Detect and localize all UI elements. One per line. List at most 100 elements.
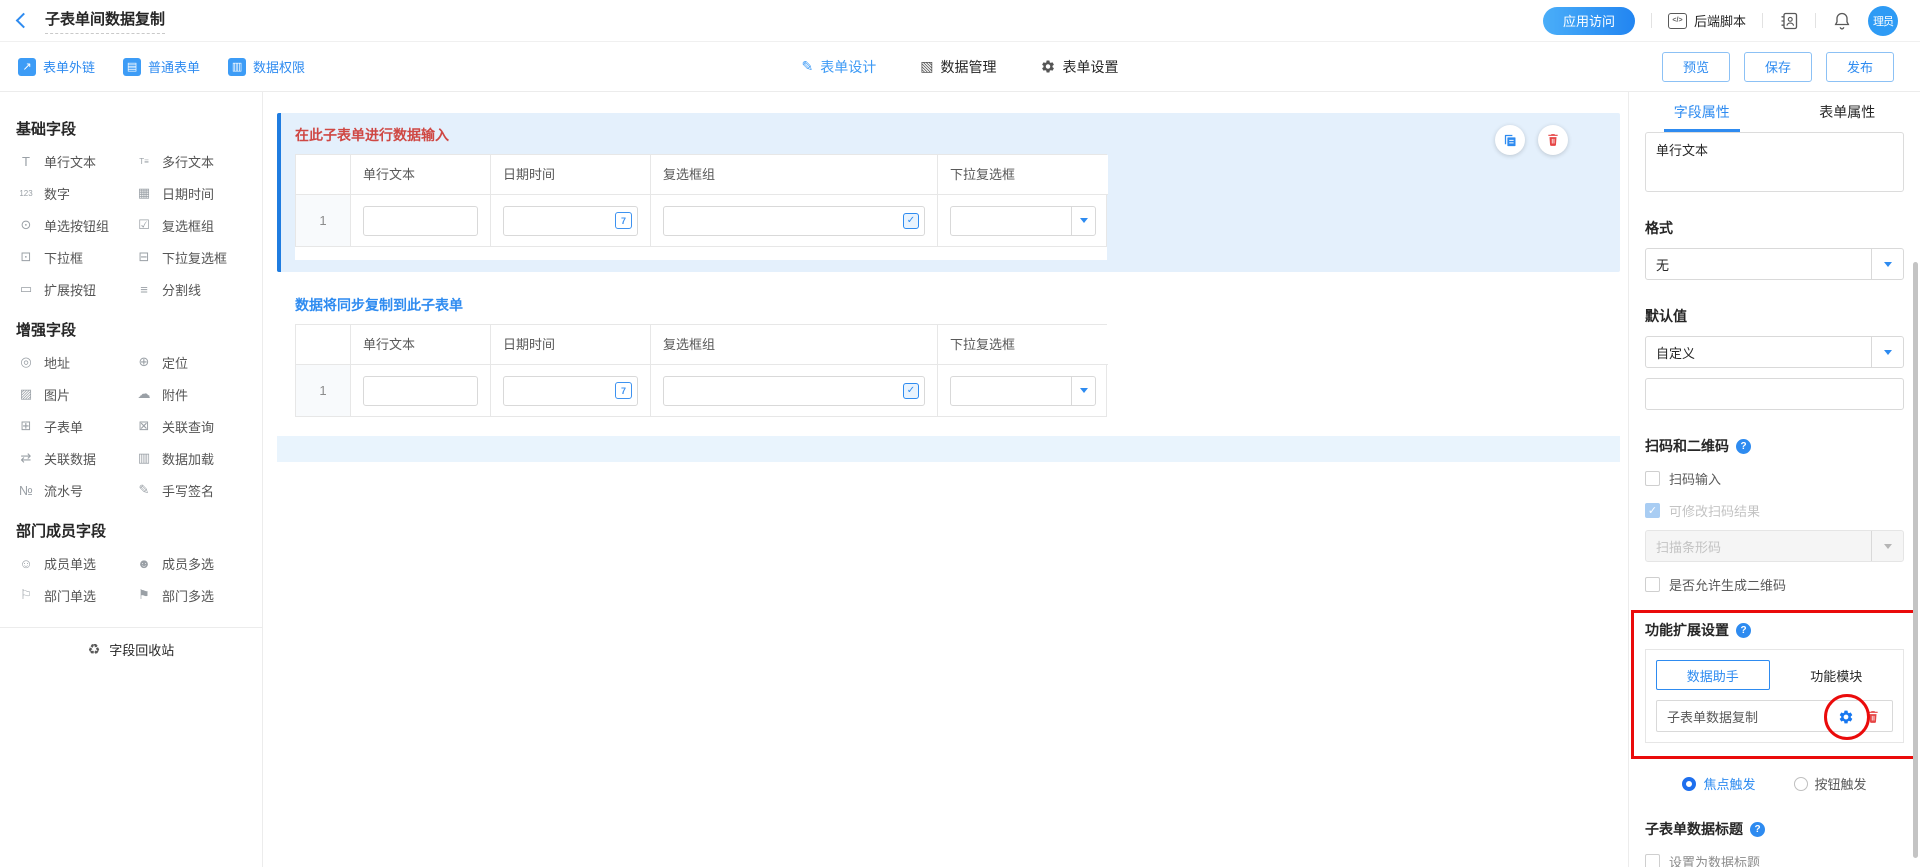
sidebar-field-item[interactable]: ⊕定位 [134,346,262,378]
tab-form-properties[interactable]: 表单属性 [1775,92,1920,132]
chevron-down-icon[interactable] [1871,249,1903,279]
checkbox-group-picker-icon[interactable]: ✓ [903,383,919,399]
center-tab-数据管理[interactable]: ▧数据管理 [920,57,996,77]
field-recycle-bin[interactable]: ♻ 字段回收站 [0,627,262,671]
sidebar-field-item[interactable]: T≡多行文本 [134,145,262,177]
preview-button[interactable]: 预览 [1662,52,1730,82]
radio-button-trigger[interactable]: 按钮触发 [1794,774,1867,793]
dropdown-icon: ⊡ [16,249,36,265]
tab-data-assistant[interactable]: 数据助手 [1656,660,1770,690]
subform-widget-source[interactable]: 在此子表单进行数据输入 单行文本日期时间复选框组下拉复选框17✓ [277,113,1620,272]
sidebar-field-item[interactable]: №流水号 [16,474,134,506]
cell-date-input[interactable]: 7 [503,206,638,236]
calendar-icon[interactable]: 7 [615,382,632,399]
toolbar-tab-表单外链[interactable]: ↗表单外链 [18,57,95,76]
cell-date-input[interactable]: 7 [503,376,638,406]
panel-scrollbar[interactable] [1913,262,1918,858]
sidebar-field-item[interactable]: T单行文本 [16,145,134,177]
radio-focus-trigger[interactable]: 焦点触发 [1682,774,1755,793]
sidebar-field-label: 手写签名 [162,481,214,500]
format-select[interactable]: 无 [1645,248,1904,280]
set-data-title-checkbox-row[interactable]: 设置为数据标题 [1645,852,1904,867]
help-question-icon[interactable]: ? [1736,623,1751,638]
cell-text-input[interactable] [363,376,478,406]
toolbar-tab-数据权限[interactable]: ▥数据权限 [228,57,305,76]
help-question-icon[interactable]: ? [1750,822,1765,837]
radio-selected-icon[interactable] [1682,777,1696,791]
sidebar-field-item[interactable]: ⇄关联数据 [16,442,134,474]
checkbox-unchecked-icon[interactable] [1645,577,1660,592]
sidebar-field-item[interactable]: ☑复选框组 [134,209,262,241]
sidebar-section-title: 增强字段 [16,319,262,340]
notification-bell-icon[interactable] [1832,11,1852,31]
calendar-icon[interactable]: 7 [615,212,632,229]
sidebar-field-item[interactable]: 123数字 [16,177,134,209]
subform-icon: ⊞ [16,418,36,434]
sidebar-field-label: 扩展按钮 [44,280,96,299]
gear-icon[interactable] [1838,709,1854,725]
help-question-icon[interactable]: ? [1736,439,1751,454]
tab-field-properties[interactable]: 字段属性 [1629,92,1775,132]
sidebar-field-item[interactable]: ⊙单选按钮组 [16,209,134,241]
backend-script-button[interactable]: </> 后端脚本 [1668,11,1746,30]
sidebar-field-item[interactable]: ☺成员单选 [16,547,134,579]
divider-icon: ≡ [134,282,154,297]
qrcode-checkbox-row[interactable]: 是否允许生成二维码 [1645,575,1904,594]
image-icon: ▨ [16,386,36,402]
radio-unselected-icon[interactable] [1794,777,1808,791]
sidebar-field-item[interactable]: ▦日期时间 [134,177,262,209]
default-custom-input[interactable] [1645,378,1904,410]
sidebar-field-item[interactable]: ⊟下拉复选框 [134,241,262,273]
chevron-down-icon [1871,531,1903,561]
sidebar-field-item[interactable]: ▨图片 [16,378,134,410]
checkbox-unchecked-icon[interactable] [1645,471,1660,486]
sidebar-field-item[interactable]: ◎地址 [16,346,134,378]
sidebar-field-item[interactable]: ☁附件 [134,378,262,410]
cell-select-input[interactable] [950,376,1096,406]
sidebar-section-grid: ☺成员单选☻成员多选⚐部门单选⚑部门多选 [16,547,262,611]
save-button[interactable]: 保存 [1744,52,1812,82]
sidebar-field-item[interactable]: ☻成员多选 [134,547,262,579]
sidebar-field-item[interactable]: ⊡下拉框 [16,241,134,273]
checkbox-group-picker-icon[interactable]: ✓ [903,213,919,229]
back-chevron-icon[interactable] [16,13,32,29]
delete-widget-button[interactable] [1538,125,1568,155]
subform-title-label-text: 子表单数据标题 [1645,819,1743,839]
chevron-down-icon[interactable] [1871,337,1903,367]
subform-widget-target[interactable]: 数据将同步复制到此子表单 单行文本日期时间复选框组下拉复选框17✓ [277,283,1620,437]
contacts-icon[interactable] [1779,11,1799,31]
field-title-input[interactable]: 单行文本 [1645,132,1904,192]
sidebar-field-label: 部门单选 [44,586,96,605]
user-avatar[interactable]: 理员 [1868,6,1898,36]
cell-checkbox-input[interactable]: ✓ [663,376,925,406]
sidebar-field-item[interactable]: ⊠关联查询 [134,410,262,442]
sidebar-field-item[interactable]: ⊞子表单 [16,410,134,442]
center-tab-表单设置[interactable]: 表单设置 [1040,57,1118,77]
sidebar-field-item[interactable]: ▥数据加载 [134,442,262,474]
toolbar-tab-label: 普通表单 [148,57,200,76]
default-value-select[interactable]: 自定义 [1645,336,1904,368]
form-title[interactable]: 子表单间数据复制 [45,8,165,34]
sidebar-field-item[interactable]: ≡分割线 [134,273,262,305]
publish-button[interactable]: 发布 [1826,52,1894,82]
extension-rule-item[interactable]: 子表单数据复制 [1656,700,1893,732]
tab-function-module[interactable]: 功能模块 [1780,660,1894,690]
scan-editable-checkbox-row[interactable]: ✓ 可修改扫码结果 [1645,501,1904,520]
cell-checkbox-input[interactable]: ✓ [663,206,925,236]
scan-input-checkbox-row[interactable]: 扫码输入 [1645,469,1904,488]
sidebar-field-item[interactable]: ✎手写签名 [134,474,262,506]
copy-widget-button[interactable] [1495,125,1525,155]
cell-text-input[interactable] [363,206,478,236]
toolbar-tab-普通表单[interactable]: ▤普通表单 [123,57,200,76]
sidebar-field-item[interactable]: ▭扩展按钮 [16,273,134,305]
dropdown-arrow-button[interactable] [1071,207,1095,235]
checkbox-unchecked-icon[interactable] [1645,854,1660,867]
app-access-button[interactable]: 应用访问 [1543,7,1635,35]
scan-type-select: 扫描条形码 [1645,530,1904,562]
dropdown-arrow-button[interactable] [1071,377,1095,405]
sidebar-field-item[interactable]: ⚑部门多选 [134,579,262,611]
sidebar-field-item[interactable]: ⚐部门单选 [16,579,134,611]
trash-icon[interactable] [1866,710,1880,724]
center-tab-表单设计[interactable]: ✎表单设计 [802,57,877,77]
cell-select-input[interactable] [950,206,1096,236]
